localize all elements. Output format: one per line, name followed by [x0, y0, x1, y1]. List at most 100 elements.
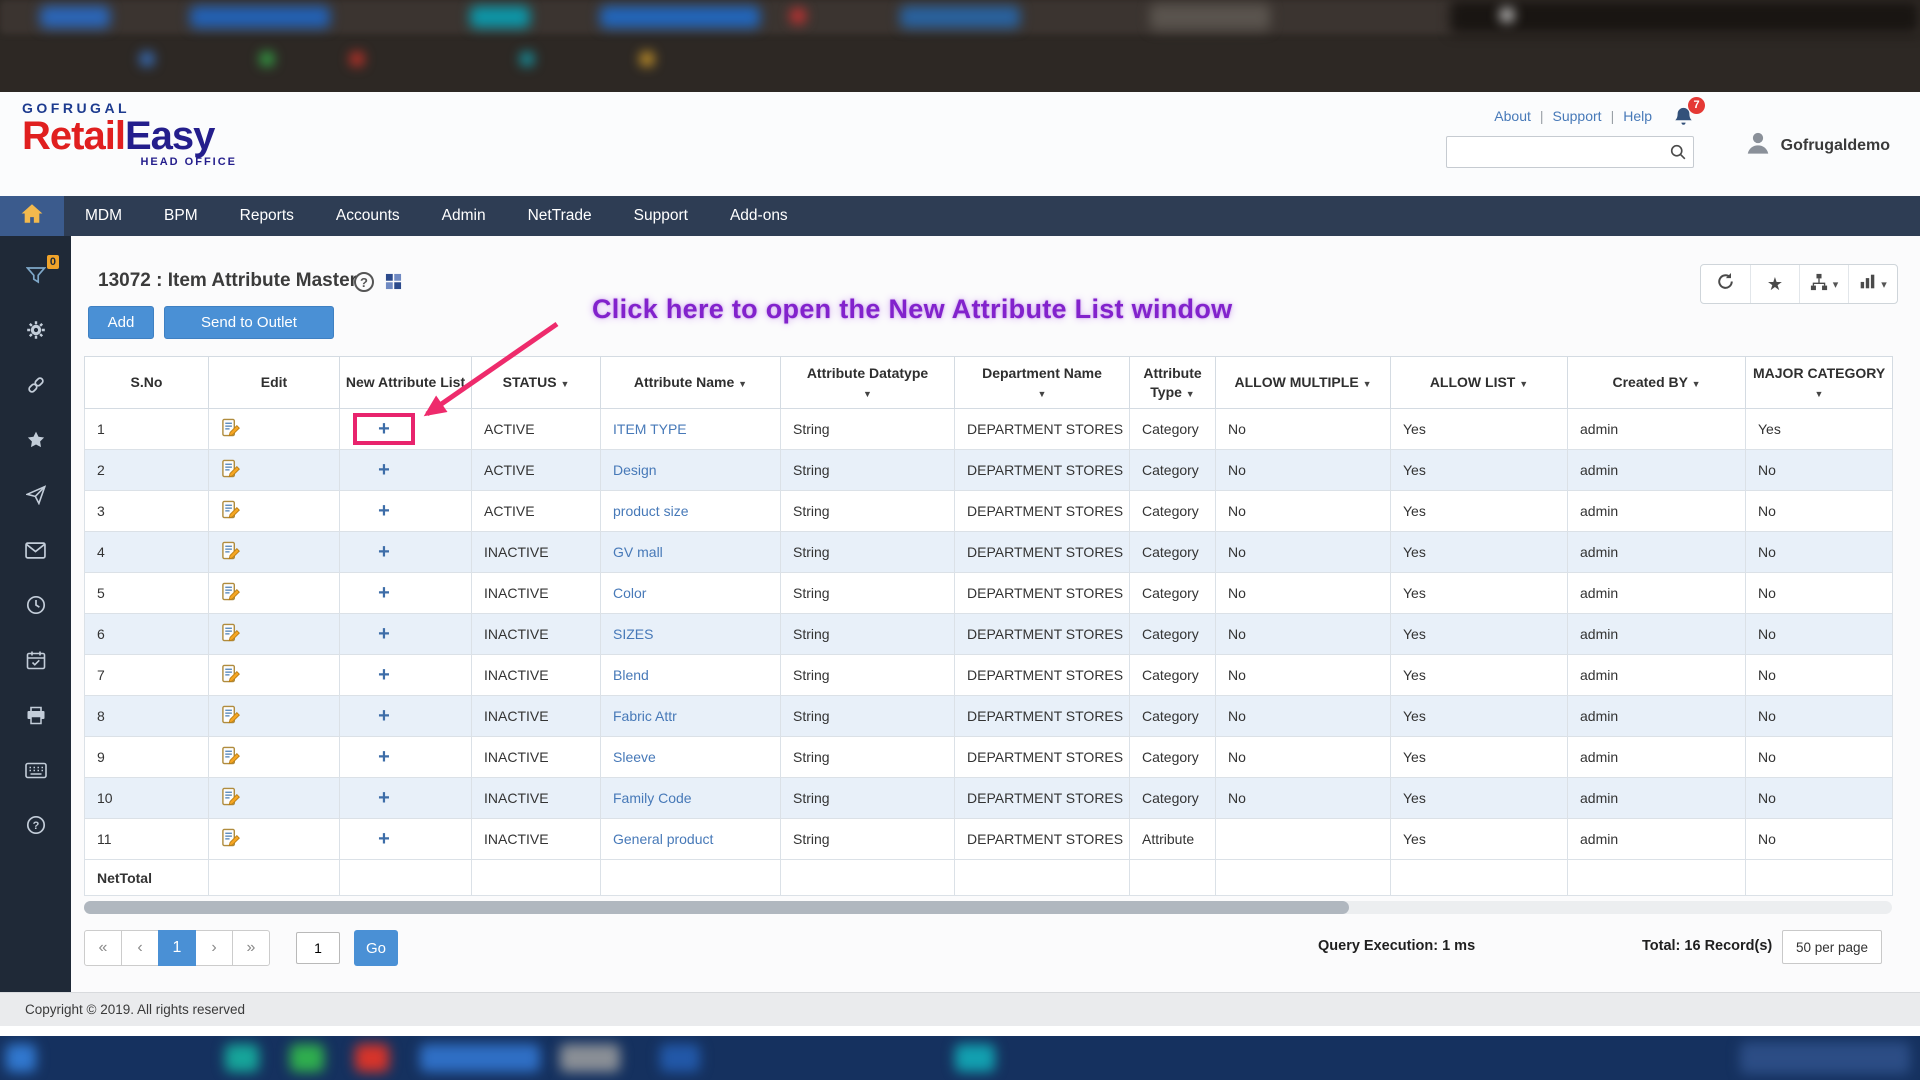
search-icon[interactable]	[1669, 143, 1687, 166]
add-attribute-plus-icon[interactable]: +	[378, 460, 390, 480]
blur-blob	[420, 1044, 540, 1072]
first-page-button[interactable]: «	[84, 930, 122, 966]
nettotal-cell	[1567, 859, 1746, 896]
attribute-name-link[interactable]: Sleeve	[613, 749, 656, 765]
edit-icon[interactable]	[221, 828, 240, 847]
add-attribute-plus-icon[interactable]: +	[378, 419, 390, 439]
edit-icon[interactable]	[221, 746, 240, 765]
nav-item-add-ons[interactable]: Add-ons	[709, 196, 809, 236]
attribute-name-link[interactable]: Family Code	[613, 790, 692, 806]
nav-item-support[interactable]: Support	[613, 196, 709, 236]
nav-item-reports[interactable]: Reports	[219, 196, 315, 236]
nav-item-accounts[interactable]: Accounts	[315, 196, 421, 236]
grid-icon[interactable]	[385, 273, 402, 295]
scrollbar-thumb[interactable]	[84, 901, 1349, 914]
sidebar-item-link[interactable]	[0, 360, 71, 415]
sort-caret-icon: ▼	[1362, 379, 1372, 390]
search-input[interactable]	[1446, 136, 1694, 168]
edit-icon[interactable]	[221, 459, 240, 478]
attribute-name-link[interactable]: GV mall	[613, 544, 663, 560]
column-header-allow-multiple[interactable]: ALLOW MULTIPLE ▼	[1215, 356, 1391, 409]
attribute-name-link[interactable]: Blend	[613, 667, 649, 683]
attribute-name-link[interactable]: Design	[613, 462, 657, 478]
user-menu[interactable]: Gofrugaldemo	[1743, 128, 1890, 163]
help-link[interactable]: Help	[1623, 108, 1652, 124]
edit-icon[interactable]	[221, 664, 240, 683]
attribute-name-link[interactable]: General product	[613, 831, 713, 847]
add-attribute-plus-icon[interactable]: +	[378, 829, 390, 849]
sort-caret-icon: ▼	[1185, 388, 1195, 399]
column-header-created-by[interactable]: Created BY ▼	[1567, 356, 1746, 409]
edit-icon[interactable]	[221, 787, 240, 806]
help-icon: ?	[26, 815, 46, 840]
about-link[interactable]: About	[1494, 108, 1531, 124]
go-button[interactable]: Go	[354, 930, 398, 966]
sidebar-item-print[interactable]	[0, 690, 71, 745]
nav-item-bpm[interactable]: BPM	[143, 196, 219, 236]
column-header-department-name[interactable]: Department Name ▼	[954, 356, 1130, 409]
nav-item-mdm[interactable]: MDM	[64, 196, 143, 236]
edit-icon[interactable]	[221, 623, 240, 642]
edit-icon[interactable]	[221, 582, 240, 601]
attribute-name-link[interactable]: product size	[613, 503, 688, 519]
attribute-name-link[interactable]: Fabric Attr	[613, 708, 677, 724]
page-number-input[interactable]	[296, 932, 340, 964]
edit-icon[interactable]	[221, 500, 240, 519]
attribute-name-link[interactable]: ITEM TYPE	[613, 421, 687, 437]
sidebar-item-mail[interactable]	[0, 525, 71, 580]
add-attribute-plus-icon[interactable]: +	[378, 788, 390, 808]
attribute-name-link[interactable]: SIZES	[613, 626, 653, 642]
next-page-button[interactable]: ›	[195, 930, 233, 966]
attribute-name-link[interactable]: Color	[613, 585, 646, 601]
mail-icon	[25, 541, 46, 564]
add-attribute-plus-icon[interactable]: +	[378, 747, 390, 767]
sidebar-item-filter[interactable]: 0	[0, 250, 71, 305]
chart-button[interactable]: ▾	[1848, 265, 1897, 303]
column-header-status[interactable]: STATUS ▼	[471, 356, 601, 409]
send-to-outlet-button[interactable]: Send to Outlet	[164, 306, 334, 339]
nav-item-home[interactable]	[0, 196, 64, 236]
cell-attribute-name: GV mall	[600, 531, 781, 573]
horizontal-scrollbar[interactable]	[84, 901, 1892, 914]
sidebar-item-send[interactable]	[0, 470, 71, 525]
nav-item-admin[interactable]: Admin	[421, 196, 507, 236]
add-attribute-plus-icon[interactable]: +	[378, 542, 390, 562]
support-link[interactable]: Support	[1553, 108, 1602, 124]
page-1-button[interactable]: 1	[158, 930, 196, 966]
refresh-button[interactable]	[1701, 265, 1750, 303]
per-page-select[interactable]: 50 per page	[1782, 930, 1882, 964]
edit-icon[interactable]	[221, 705, 240, 724]
column-header-attribute-datatype[interactable]: Attribute Datatype ▼	[780, 356, 955, 409]
cell-attribute-type: Category	[1129, 572, 1216, 614]
edit-icon[interactable]	[221, 541, 240, 560]
sidebar-item-keyboard[interactable]	[0, 745, 71, 800]
nav-item-nettrade[interactable]: NetTrade	[507, 196, 613, 236]
column-header-major-category[interactable]: MAJOR CATEGORY ▼	[1745, 356, 1893, 409]
blur-blob	[640, 52, 654, 66]
sitemap-button[interactable]: ▾	[1799, 265, 1848, 303]
cell-edit	[208, 572, 340, 614]
column-header-attribute-name[interactable]: Attribute Name ▼	[600, 356, 781, 409]
add-attribute-plus-icon[interactable]: +	[378, 706, 390, 726]
sidebar-item-help[interactable]: ?	[0, 800, 71, 855]
sidebar-item-clock[interactable]	[0, 580, 71, 635]
sidebar-item-calendar[interactable]	[0, 635, 71, 690]
prev-page-button[interactable]: ‹	[121, 930, 159, 966]
page-help-icon[interactable]: ?	[354, 272, 374, 292]
sidebar-item-gear[interactable]	[0, 305, 71, 360]
blur-blob	[660, 1044, 700, 1072]
add-attribute-plus-icon[interactable]: +	[378, 624, 390, 644]
add-attribute-plus-icon[interactable]: +	[378, 583, 390, 603]
sidebar-item-star[interactable]	[0, 415, 71, 470]
last-page-button[interactable]: »	[232, 930, 270, 966]
edit-icon[interactable]	[221, 418, 240, 437]
favorite-button[interactable]: ★	[1750, 265, 1799, 303]
notification-bell-icon[interactable]: 7	[1673, 96, 1705, 127]
column-header-attribute-type[interactable]: Attribute Type ▼	[1129, 356, 1216, 409]
add-attribute-plus-icon[interactable]: +	[378, 501, 390, 521]
add-attribute-plus-icon[interactable]: +	[378, 665, 390, 685]
column-header-allow-list[interactable]: ALLOW LIST ▼	[1390, 356, 1568, 409]
cell-status: ACTIVE	[471, 408, 601, 450]
add-button[interactable]: Add	[88, 306, 154, 339]
sort-caret-icon: ▼	[560, 379, 570, 390]
